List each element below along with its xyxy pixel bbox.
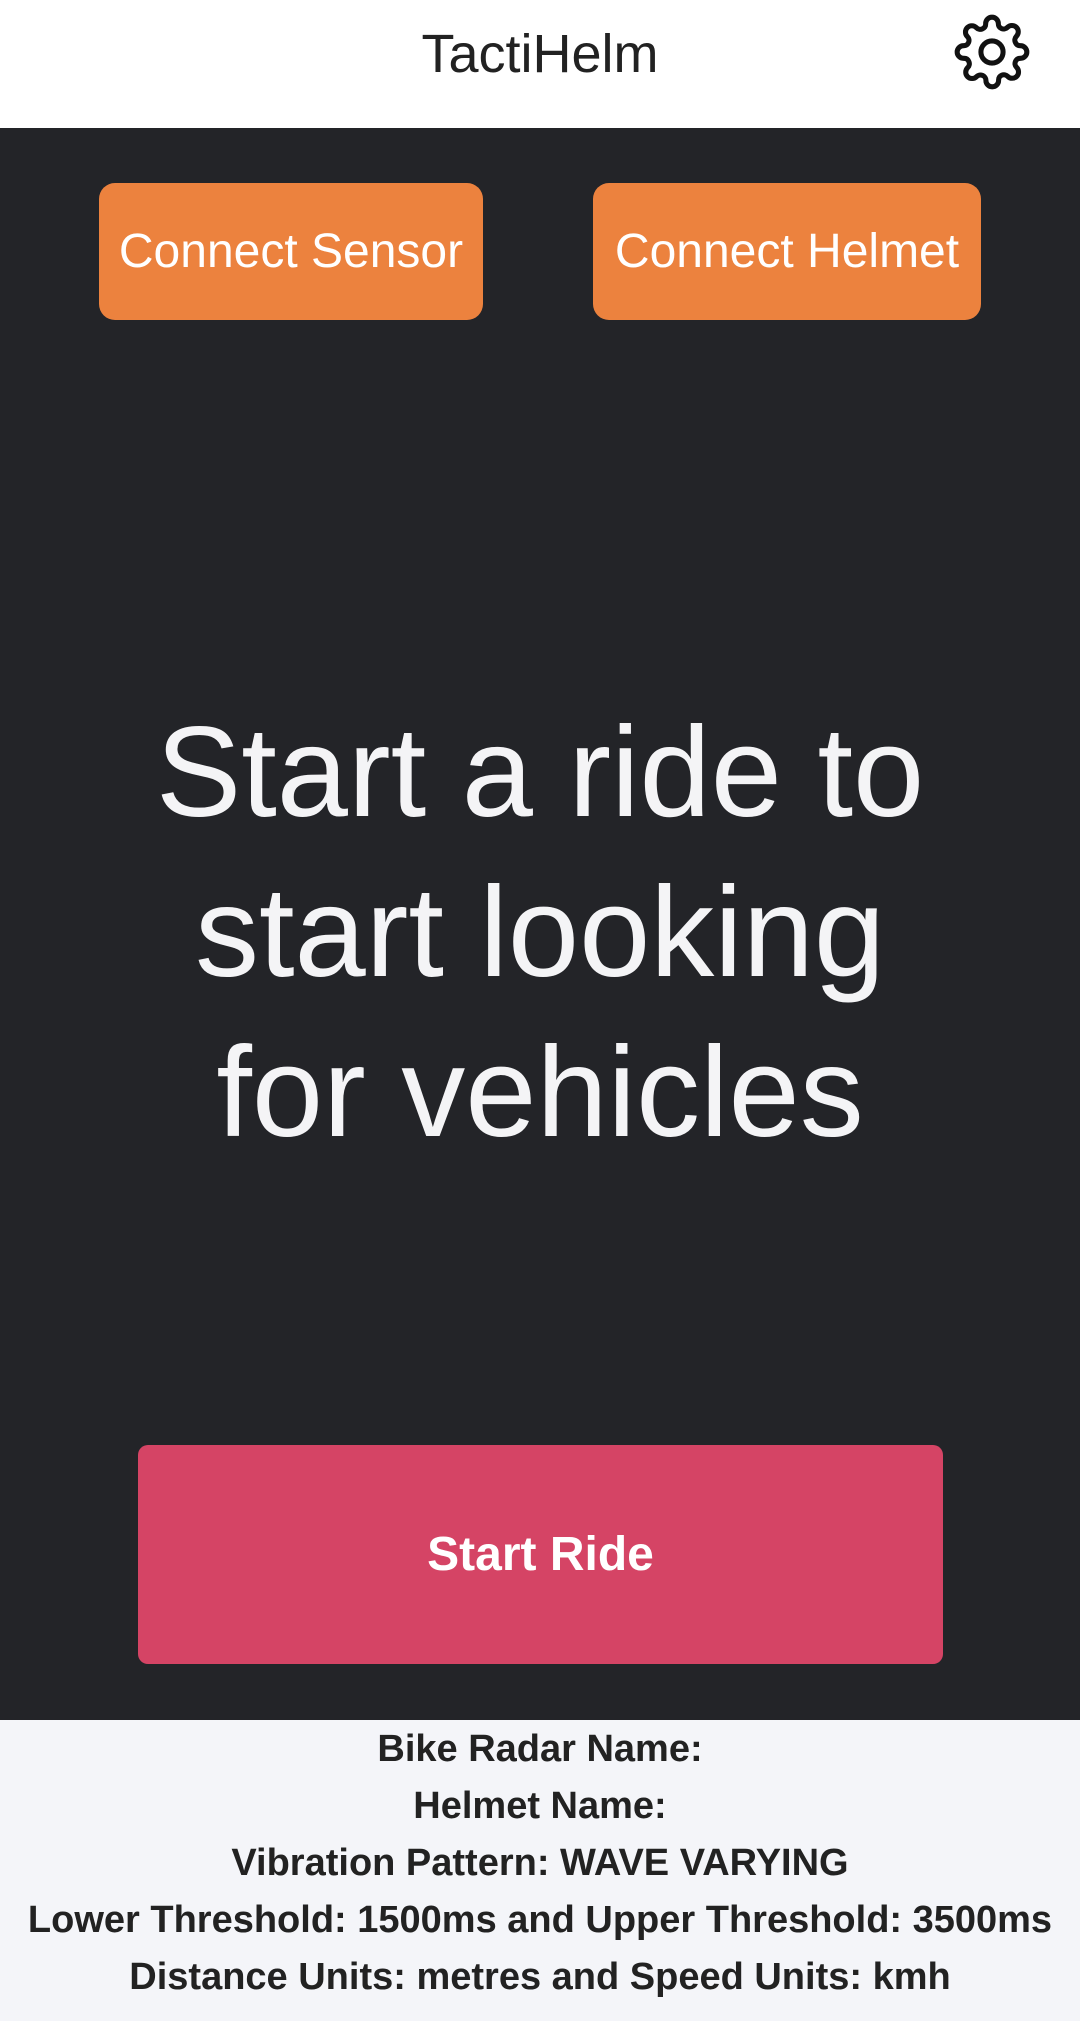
units-info: Distance Units: metres and Speed Units: …	[129, 1956, 951, 1998]
main-panel: Connect Sensor Connect Helmet Start a ri…	[0, 128, 1080, 1720]
app-screen: TactiHelm Connect Sensor Connect Helmet …	[0, 0, 1080, 2021]
hero-line-3: for vehicles	[216, 1021, 864, 1164]
app-title: TactiHelm	[421, 24, 659, 84]
threshold-info: Lower Threshold: 1500ms and Upper Thresh…	[27, 1899, 1053, 1941]
start-ride-button[interactable]: Start Ride	[138, 1445, 943, 1664]
helmet-name: Helmet Name:	[413, 1785, 667, 1827]
vibration-pattern: Vibration Pattern: WAVE VARYING	[231, 1842, 849, 1884]
bike-radar-name: Bike Radar Name:	[377, 1728, 703, 1770]
connect-sensor-button[interactable]: Connect Sensor	[99, 183, 483, 320]
gear-icon	[954, 14, 1030, 90]
settings-button[interactable]	[952, 12, 1032, 92]
hero-line-1: Start a ride to	[155, 701, 925, 844]
connect-helmet-button[interactable]: Connect Helmet	[593, 183, 981, 320]
hero-message: Start a ride to start looking for vehicl…	[60, 693, 1020, 1173]
app-header: TactiHelm	[0, 0, 1080, 128]
hero-line-2: start looking	[194, 861, 886, 1004]
info-panel: Bike Radar Name: Helmet Name: Vibration …	[0, 1720, 1080, 2021]
